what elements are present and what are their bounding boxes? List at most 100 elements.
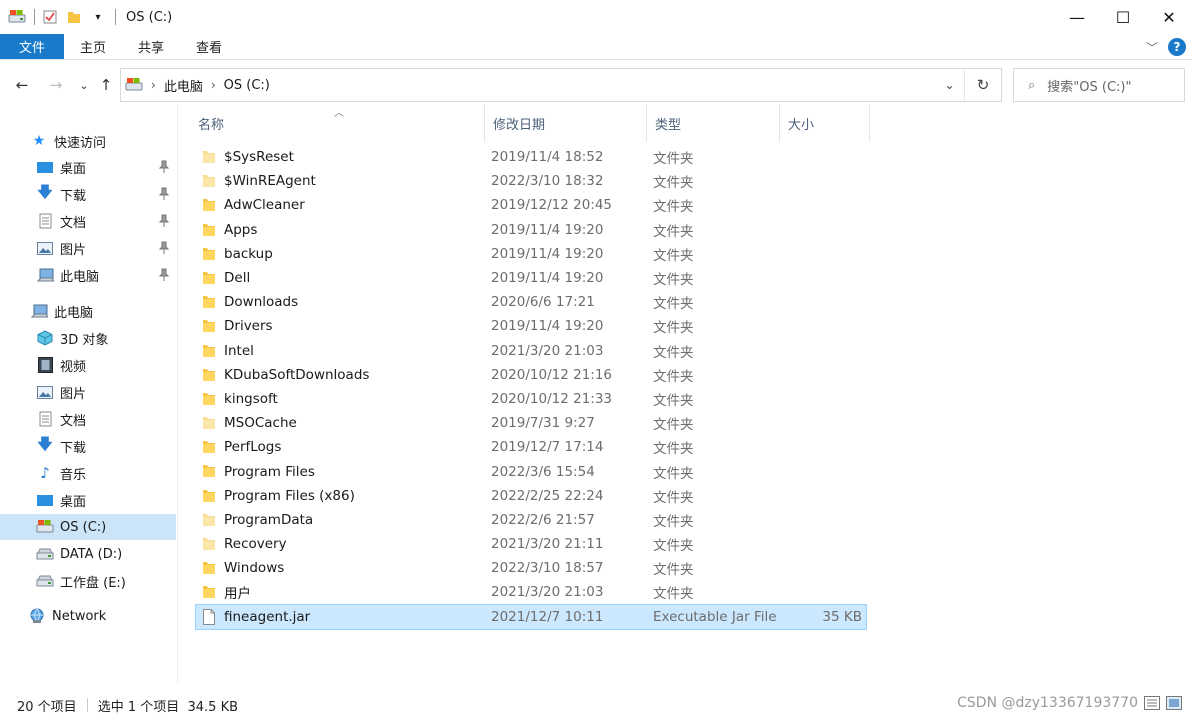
file-row[interactable]: Drivers 2019/11/4 19:20 文件夹 [196,314,876,338]
sidebar-item-work-e[interactable]: 工作盘 (E:) [0,568,176,594]
refresh-icon[interactable]: ↻ [965,69,1001,101]
pin-icon[interactable] [158,214,170,228]
file-row[interactable]: Recovery 2021/3/20 21:11 文件夹 [196,532,876,556]
tab-share[interactable]: 共享 [122,34,180,59]
file-name: KDubaSoftDownloads [224,366,370,383]
desktop-icon [36,159,54,175]
file-type: 文件夹 [653,392,694,409]
star-icon: ★ [32,133,46,149]
large-icons-view-icon[interactable] [1166,696,1182,714]
file-row[interactable]: ProgramData 2022/2/6 21:57 文件夹 [196,508,876,532]
pin-icon[interactable] [158,160,170,174]
help-icon[interactable]: ? [1168,38,1186,56]
properties-icon[interactable] [39,6,61,28]
address-dropdown-icon[interactable]: ⌄ [935,69,965,101]
file-type: 文件夹 [653,538,694,555]
sidebar-item-label: 桌面 [60,161,87,177]
recent-locations-button[interactable]: ⌄ [73,74,95,96]
file-row[interactable]: Downloads 2020/6/6 17:21 文件夹 [196,290,876,314]
sidebar-item-label: DATA (D:) [60,546,123,562]
sidebar-item-downloads[interactable]: 🡇 下载 [0,181,176,207]
details-view-icon[interactable] [1144,696,1160,714]
back-button[interactable]: ← [11,74,33,96]
file-row[interactable]: Program Files (x86) 2022/2/25 22:24 文件夹 [196,484,876,508]
search-input[interactable]: ⌕ 搜索"OS (C:)" [1013,68,1185,102]
sidebar-item-documents[interactable]: 文档 [0,208,176,234]
chevron-right-icon[interactable]: › [151,78,156,92]
sidebar-item-videos[interactable]: 视频 [0,352,176,378]
close-button[interactable]: ✕ [1146,0,1192,34]
maximize-button[interactable]: ☐ [1100,0,1146,34]
file-row[interactable]: AdwCleaner 2019/12/12 20:45 文件夹 [196,193,876,217]
folder-icon [202,463,216,479]
sidebar-item-this-pc-quick[interactable]: 此电脑 [0,262,176,288]
file-row[interactable]: $SysReset 2019/11/4 18:52 文件夹 [196,145,876,169]
breadcrumb-this-pc[interactable]: 此电脑 [164,76,203,95]
column-header-size[interactable]: 大小 [780,104,870,142]
file-row[interactable]: Intel 2021/3/20 21:03 文件夹 [196,339,876,363]
column-header-name[interactable]: 名称 [190,104,485,142]
sidebar-item-pictures[interactable]: 图片 [0,235,176,261]
navigation-pane: ★ 快速访问 桌面 🡇 下载 文档 图片 此电脑 此电脑 3D 对象 视频 图片… [0,104,178,684]
file-type: 文件夹 [653,562,694,579]
file-row[interactable]: Windows 2022/3/10 18:57 文件夹 [196,556,876,580]
sidebar-item-desktop[interactable]: 桌面 [0,154,176,180]
toolbar-divider [34,9,35,25]
sidebar-item-this-pc[interactable]: 此电脑 [0,298,176,324]
sidebar-item-music[interactable]: ♪ 音乐 [0,460,176,486]
status-divider [86,698,88,712]
pin-icon[interactable] [158,241,170,255]
sidebar-item-os-c[interactable]: OS (C:) [0,514,176,540]
file-row[interactable]: MSOCache 2019/7/31 9:27 文件夹 [196,411,876,435]
minimize-button[interactable]: — [1054,0,1100,34]
tab-home[interactable]: 主页 [64,34,122,59]
file-row[interactable]: $WinREAgent 2022/3/10 18:32 文件夹 [196,169,876,193]
file-row[interactable]: PerfLogs 2019/12/7 17:14 文件夹 [196,435,876,459]
file-type: 文件夹 [653,199,694,216]
sidebar-item-3d-objects[interactable]: 3D 对象 [0,325,176,351]
file-date: 2022/3/10 18:57 [491,560,604,577]
chevron-right-icon[interactable]: › [211,78,216,92]
up-button[interactable]: ↑ [95,74,117,96]
tab-view[interactable]: 查看 [180,34,238,59]
file-row[interactable]: 用户 2021/3/20 21:03 文件夹 [196,580,876,604]
folder-icon [202,318,216,334]
sidebar-item-downloads-pc[interactable]: 🡇 下载 [0,433,176,459]
pin-icon[interactable] [158,268,170,282]
file-size: 35 KB [822,608,862,625]
file-name: Drivers [224,318,273,335]
file-name: MSOCache [224,415,297,432]
file-row[interactable]: kingsoft 2020/10/12 21:33 文件夹 [196,387,876,411]
sidebar-item-label: 文档 [60,413,87,429]
breadcrumb-drive[interactable]: OS (C:) [224,78,270,93]
file-row[interactable]: backup 2019/11/4 19:20 文件夹 [196,242,876,266]
column-header-type[interactable]: 类型 [647,104,780,142]
sidebar-item-label: 此电脑 [54,305,94,321]
file-date: 2021/3/20 21:03 [491,584,604,601]
file-name: Recovery [224,536,287,553]
file-row[interactable]: KDubaSoftDownloads 2020/10/12 21:16 文件夹 [196,363,876,387]
drive-icon [125,77,143,93]
item-count: 20 个项目 [17,699,77,715]
customize-toolbar-icon[interactable]: ▾ [87,6,109,28]
sidebar-item-network[interactable]: Network [0,603,176,629]
drive-icon[interactable] [6,6,28,28]
folder-icon [202,343,216,359]
sidebar-item-quick-access[interactable]: ★ 快速访问 [0,128,176,154]
column-headers: ︿ 名称 修改日期 类型 大小 [180,104,880,142]
expand-ribbon-icon[interactable]: ﹀ [1146,39,1158,56]
sidebar-item-pictures-pc[interactable]: 图片 [0,379,176,405]
file-row[interactable]: Program Files 2022/3/6 15:54 文件夹 [196,459,876,483]
sidebar-item-desktop-pc[interactable]: 桌面 [0,487,176,513]
file-row[interactable]: fineagent.jar 2021/12/7 10:11 Executable J… [195,603,867,630]
pin-icon[interactable] [158,187,170,201]
address-bar[interactable]: › 此电脑 › OS (C:) ⌄ ↻ [120,68,1002,102]
new-folder-icon[interactable] [63,6,85,28]
column-header-date[interactable]: 修改日期 [485,104,647,142]
tab-file[interactable]: 文件 [0,34,64,59]
file-row[interactable]: Dell 2019/11/4 19:20 文件夹 [196,266,876,290]
sidebar-item-data-d[interactable]: DATA (D:) [0,541,176,567]
forward-button[interactable]: → [45,74,67,96]
file-row[interactable]: Apps 2019/11/4 19:20 文件夹 [196,218,876,242]
sidebar-item-documents-pc[interactable]: 文档 [0,406,176,432]
